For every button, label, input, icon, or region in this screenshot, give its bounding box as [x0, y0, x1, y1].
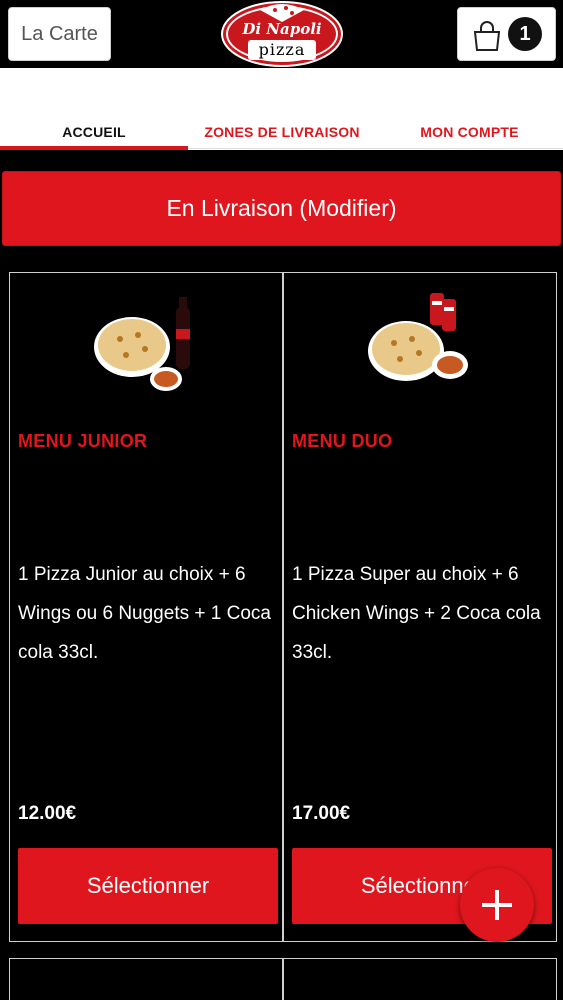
product-description: 1 Pizza Junior au choix + 6 Wings ou 6 N…	[18, 564, 271, 663]
tab-mon-compte[interactable]: MON COMPTE	[376, 124, 563, 146]
product-card	[283, 958, 557, 1000]
product-image	[368, 293, 468, 381]
tab-accueil[interactable]: ACCUEIL	[0, 124, 188, 146]
product-name: MENU DUO	[292, 431, 393, 451]
product-description: 1 Pizza Super au choix + 6 Chicken Wings…	[292, 564, 541, 663]
logo[interactable]: Di Napoli pizza	[220, 0, 344, 68]
nav-divider	[188, 148, 563, 149]
nav-bar: ACCUEIL ZONES DE LIVRAISON MON COMPTE	[0, 68, 563, 150]
menu-button[interactable]: La Carte	[8, 7, 111, 61]
cart-count-badge: 1	[508, 17, 542, 51]
product-name: MENU JUNIOR	[18, 431, 148, 451]
product-card	[9, 958, 283, 1000]
tab-zones-de-livraison[interactable]: ZONES DE LIVRAISON	[188, 124, 376, 146]
delivery-mode-button[interactable]: En Livraison (Modifier)	[2, 171, 561, 246]
cart-button[interactable]: 1	[457, 7, 556, 61]
logo-text: Di Napoli	[242, 20, 322, 38]
product-price: 12.00€	[18, 803, 77, 824]
shopping-bag-icon	[473, 21, 501, 51]
active-tab-indicator	[0, 146, 188, 150]
select-button[interactable]: Sélectionner	[18, 848, 278, 924]
logo-subtext: pizza	[258, 40, 306, 59]
product-card: MENU JUNIOR 1 Pizza Junior au choix + 6 …	[9, 272, 283, 942]
product-card: MENU DUO 1 Pizza Super au choix + 6 Chic…	[283, 272, 557, 942]
top-bar: La Carte Di Napoli pizza 1	[0, 0, 563, 68]
product-price: 17.00€	[292, 803, 351, 824]
add-fab-button[interactable]	[460, 868, 534, 942]
product-image	[94, 297, 190, 391]
plus-icon	[482, 890, 512, 920]
